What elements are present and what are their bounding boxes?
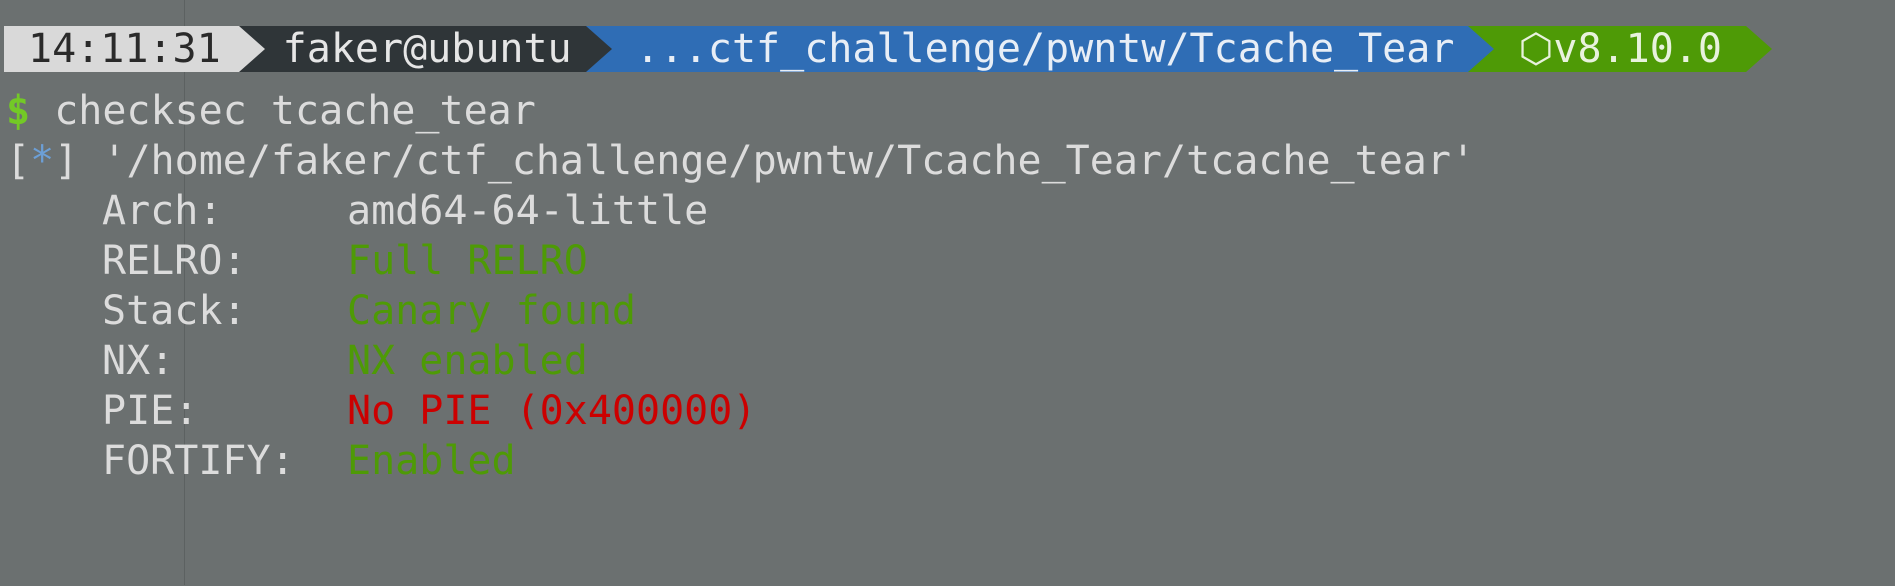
prompt-node-segment: ⬡ v8.10.0 bbox=[1468, 26, 1772, 72]
relro-value: Full RELRO bbox=[347, 238, 588, 284]
prompt-time-segment: 14:11:31 bbox=[4, 26, 265, 72]
command-text: checksec tcache_tear bbox=[54, 88, 536, 134]
checksec-row-fortify: FORTIFY: Enabled bbox=[102, 436, 516, 486]
stack-label: Stack: bbox=[102, 288, 247, 334]
nx-value: NX enabled bbox=[347, 338, 588, 384]
prompt-path: ...ctf_challenge/pwntw/Tcache_Tear bbox=[635, 26, 1455, 72]
powerline-arrow-icon bbox=[238, 26, 265, 72]
prompt-path-segment: ...ctf_challenge/pwntw/Tcache_Tear bbox=[585, 26, 1495, 72]
pie-value: No PIE (0x400000) bbox=[347, 388, 757, 434]
powerline-arrow-icon bbox=[1745, 26, 1772, 72]
info-close-bracket: ] bbox=[54, 138, 79, 184]
checksec-row-stack: Stack: Canary found bbox=[102, 286, 636, 336]
prompt-user-host: faker@ubuntu bbox=[282, 26, 572, 72]
fortify-label: FORTIFY: bbox=[102, 438, 295, 484]
binary-path: '/home/faker/ctf_challenge/pwntw/Tcache_… bbox=[102, 138, 1476, 184]
prompt-user-segment: faker@ubuntu bbox=[238, 26, 612, 72]
info-star-icon: * bbox=[30, 138, 55, 184]
hexagon-icon: ⬡ bbox=[1518, 26, 1554, 72]
info-open-bracket: [ bbox=[6, 138, 31, 184]
fortify-value: Enabled bbox=[347, 438, 516, 484]
checksec-row-relro: RELRO: Full RELRO bbox=[102, 236, 588, 286]
prompt-bar: 14:11:31 faker@ubuntu ...ctf_challenge/p… bbox=[4, 26, 1772, 72]
info-line: [*] '/home/faker/ctf_challenge/pwntw/Tca… bbox=[6, 136, 1475, 186]
prompt-node-version: v8.10.0 bbox=[1553, 26, 1722, 72]
checksec-row-arch: Arch: amd64-64-little bbox=[102, 186, 708, 236]
arch-label: Arch: bbox=[102, 188, 223, 234]
checksec-row-pie: PIE: No PIE (0x400000) bbox=[102, 386, 756, 436]
prompt-symbol: $ bbox=[6, 88, 31, 134]
arch-value: amd64-64-little bbox=[347, 188, 709, 234]
checksec-row-nx: NX: NX enabled bbox=[102, 336, 588, 386]
stack-value: Canary found bbox=[347, 288, 636, 334]
powerline-arrow-icon bbox=[1468, 26, 1495, 72]
powerline-arrow-icon bbox=[585, 26, 612, 72]
prompt-time: 14:11:31 bbox=[28, 26, 221, 72]
command-line: $ checksec tcache_tear bbox=[6, 86, 536, 136]
relro-label: RELRO: bbox=[102, 238, 247, 284]
pie-label: PIE: bbox=[102, 388, 199, 434]
nx-label: NX: bbox=[102, 338, 175, 384]
